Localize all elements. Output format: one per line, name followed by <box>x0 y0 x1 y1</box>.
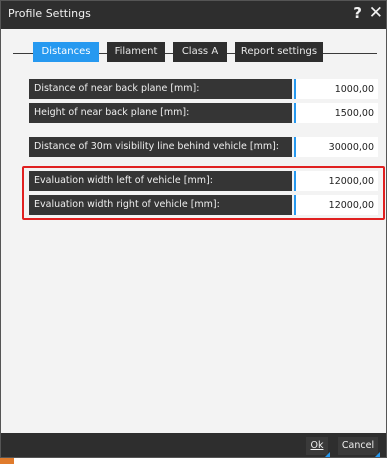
field-label: Evaluation width left of vehicle [mm]: <box>29 171 292 191</box>
tab-report-settings[interactable]: Report settings <box>235 42 323 62</box>
near-back-plane-height-input[interactable] <box>294 103 378 123</box>
field-row-visibility-line-distance: Distance of 30m visibility line behind v… <box>29 137 378 157</box>
window-title: Profile Settings <box>8 7 91 20</box>
close-icon[interactable]: ✕ <box>369 3 383 23</box>
tab-label: Distances <box>41 46 91 57</box>
cancel-button[interactable]: Cancel <box>338 437 380 457</box>
title-bar: Profile Settings ? ✕ <box>1 1 386 29</box>
tab-filament[interactable]: Filament <box>107 42 165 62</box>
field-label: Height of near back plane [mm]: <box>29 103 292 123</box>
field-row-evaluation-width-left: Evaluation width left of vehicle [mm]: <box>29 171 378 191</box>
cancel-button-label: Cancel <box>341 440 375 451</box>
tab-label: Report settings <box>240 46 318 57</box>
evaluation-width-left-input[interactable] <box>294 171 378 191</box>
field-label: Evaluation width right of vehicle [mm]: <box>29 195 292 215</box>
help-icon[interactable]: ? <box>353 4 362 22</box>
field-label: Distance of near back plane [mm]: <box>29 79 292 99</box>
field-row-evaluation-width-right: Evaluation width right of vehicle [mm]: <box>29 195 378 215</box>
tab-class-a[interactable]: Class A <box>173 42 227 62</box>
field-row-near-back-plane-height: Height of near back plane [mm]: <box>29 103 378 123</box>
near-back-plane-distance-input[interactable] <box>294 79 378 99</box>
background-window-edge <box>0 458 14 464</box>
ok-button[interactable]: Ok <box>306 437 330 457</box>
evaluation-width-right-input[interactable] <box>294 195 378 215</box>
tab-distances[interactable]: Distances <box>33 42 99 62</box>
tab-label: Filament <box>114 46 158 57</box>
field-row-near-back-plane-distance: Distance of near back plane [mm]: <box>29 79 378 99</box>
visibility-line-distance-input[interactable] <box>294 137 378 157</box>
profile-settings-dialog: Profile Settings ? ✕ Distances Filament … <box>0 0 387 458</box>
field-label: Distance of 30m visibility line behind v… <box>29 137 292 157</box>
ok-button-label: Ok <box>310 440 324 451</box>
tab-label: Class A <box>181 46 219 57</box>
